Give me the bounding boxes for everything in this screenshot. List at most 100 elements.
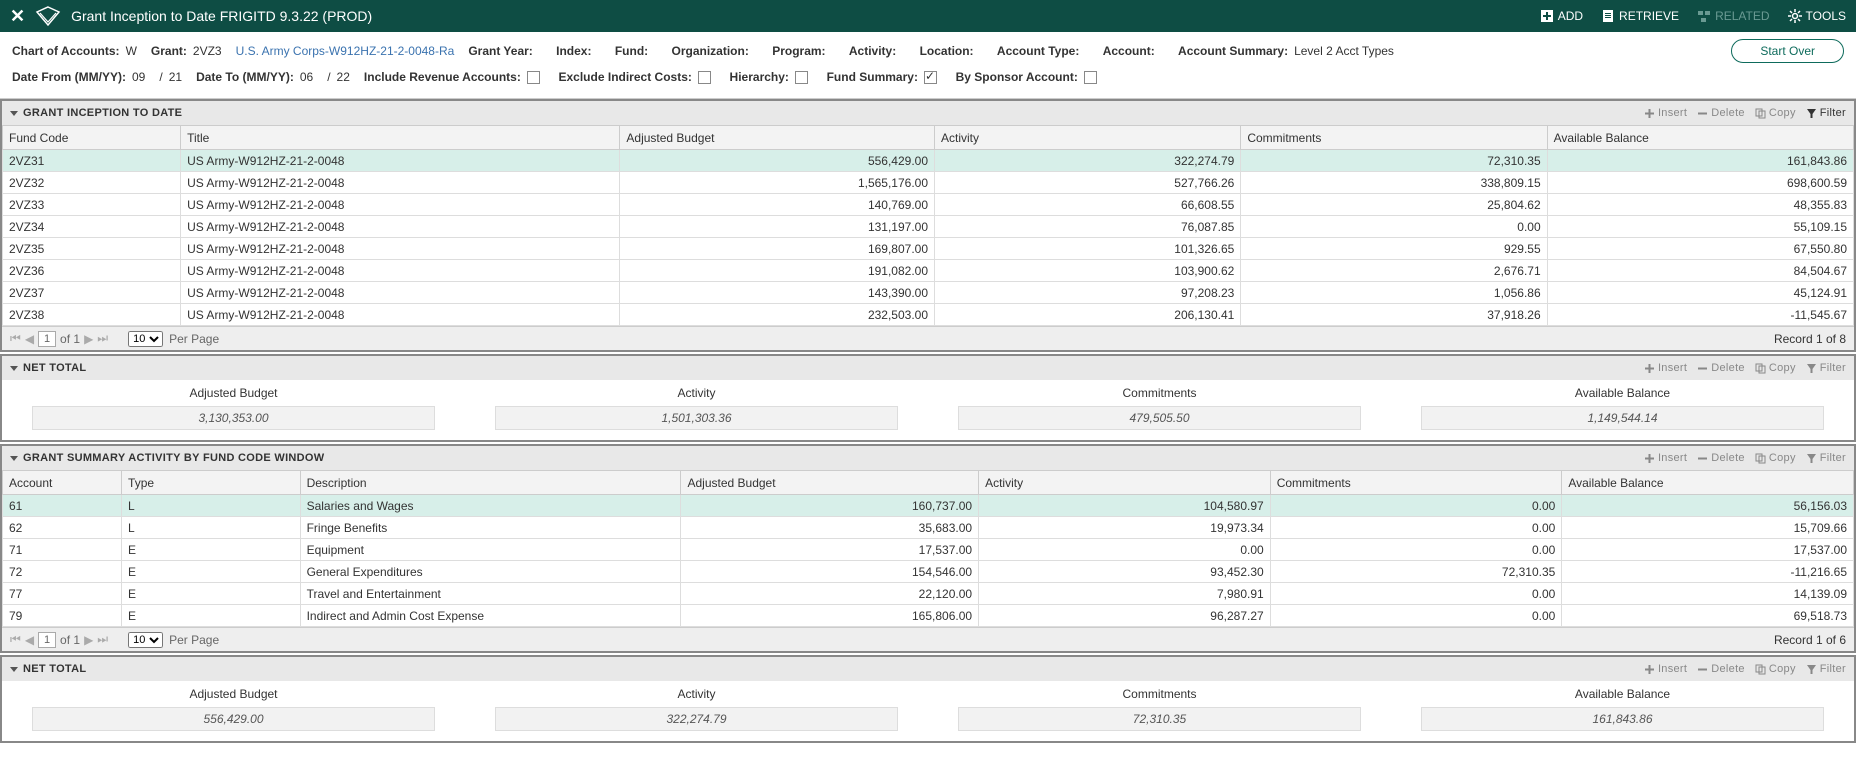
cell-activity[interactable]: 97,208.23: [935, 282, 1241, 304]
copy-button[interactable]: Copy: [1755, 452, 1796, 464]
cell-budget[interactable]: 1,565,176.00: [620, 172, 935, 194]
last-page-icon[interactable]: ⏭: [97, 632, 108, 647]
cell-type[interactable]: E: [122, 583, 301, 605]
cell-commit[interactable]: 0.00: [1270, 539, 1562, 561]
chevron-down-icon[interactable]: [10, 667, 18, 672]
cell-activity[interactable]: 0.00: [979, 539, 1271, 561]
cell-type[interactable]: E: [122, 605, 301, 627]
cell-activity[interactable]: 527,766.26: [935, 172, 1241, 194]
cell-commit[interactable]: 338,809.15: [1241, 172, 1547, 194]
cell-budget[interactable]: 35,683.00: [681, 517, 979, 539]
cell-title[interactable]: US Army-W912HZ-21-2-0048: [181, 282, 620, 304]
cell-account[interactable]: 61: [3, 495, 122, 517]
cell-commit[interactable]: 37,918.26: [1241, 304, 1547, 326]
exclude-indirect-checkbox[interactable]: [698, 71, 711, 84]
table-row[interactable]: 71EEquipment17,537.000.000.0017,537.00: [3, 539, 1854, 561]
cell-fund[interactable]: 2VZ35: [3, 238, 181, 260]
related-button[interactable]: RELATED: [1697, 9, 1769, 23]
cell-avail[interactable]: 48,355.83: [1547, 194, 1853, 216]
close-icon[interactable]: ✕: [10, 6, 25, 27]
prev-page-icon[interactable]: ◀: [25, 332, 34, 346]
chevron-down-icon[interactable]: [10, 111, 18, 116]
copy-button[interactable]: Copy: [1755, 107, 1796, 119]
table-row[interactable]: 77ETravel and Entertainment22,120.007,98…: [3, 583, 1854, 605]
cell-activity[interactable]: 104,580.97: [979, 495, 1271, 517]
cell-account[interactable]: 62: [3, 517, 122, 539]
cell-avail[interactable]: -11,216.65: [1562, 561, 1854, 583]
cell-avail[interactable]: 161,843.86: [1547, 150, 1853, 172]
table-row[interactable]: 2VZ34US Army-W912HZ-21-2-0048131,197.007…: [3, 216, 1854, 238]
include-rev-checkbox[interactable]: [527, 71, 540, 84]
cell-activity[interactable]: 103,900.62: [935, 260, 1241, 282]
col-account[interactable]: Account: [3, 471, 122, 495]
cell-avail[interactable]: 698,600.59: [1547, 172, 1853, 194]
delete-button[interactable]: Delete: [1697, 663, 1745, 675]
cell-title[interactable]: US Army-W912HZ-21-2-0048: [181, 172, 620, 194]
chevron-down-icon[interactable]: [10, 366, 18, 371]
delete-button[interactable]: Delete: [1697, 107, 1745, 119]
cell-activity[interactable]: 66,608.55: [935, 194, 1241, 216]
cell-avail[interactable]: 69,518.73: [1562, 605, 1854, 627]
filter-button[interactable]: Filter: [1806, 452, 1846, 464]
by-sponsor-checkbox[interactable]: [1084, 71, 1097, 84]
table-row[interactable]: 72EGeneral Expenditures154,546.0093,452.…: [3, 561, 1854, 583]
table-row[interactable]: 62LFringe Benefits35,683.0019,973.340.00…: [3, 517, 1854, 539]
cell-commit[interactable]: 0.00: [1270, 583, 1562, 605]
cell-budget[interactable]: 160,737.00: [681, 495, 979, 517]
cell-budget[interactable]: 169,807.00: [620, 238, 935, 260]
cell-title[interactable]: US Army-W912HZ-21-2-0048: [181, 260, 620, 282]
page-input[interactable]: 1: [38, 632, 56, 648]
cell-activity[interactable]: 96,287.27: [979, 605, 1271, 627]
cell-title[interactable]: US Army-W912HZ-21-2-0048: [181, 238, 620, 260]
retrieve-button[interactable]: RETRIEVE: [1601, 9, 1679, 23]
table-row[interactable]: 2VZ36US Army-W912HZ-21-2-0048191,082.001…: [3, 260, 1854, 282]
cell-budget[interactable]: 556,429.00: [620, 150, 935, 172]
cell-fund[interactable]: 2VZ37: [3, 282, 181, 304]
insert-button[interactable]: Insert: [1644, 362, 1687, 374]
cell-title[interactable]: US Army-W912HZ-21-2-0048: [181, 304, 620, 326]
cell-fund[interactable]: 2VZ32: [3, 172, 181, 194]
col-avail[interactable]: Available Balance: [1547, 126, 1853, 150]
cell-activity[interactable]: 19,973.34: [979, 517, 1271, 539]
cell-avail[interactable]: 55,109.15: [1547, 216, 1853, 238]
insert-button[interactable]: Insert: [1644, 452, 1687, 464]
start-over-button[interactable]: Start Over: [1731, 39, 1844, 63]
filter-button[interactable]: Filter: [1806, 663, 1846, 675]
cell-account[interactable]: 79: [3, 605, 122, 627]
col-title[interactable]: Title: [181, 126, 620, 150]
filter-button[interactable]: Filter: [1806, 362, 1846, 374]
cell-avail[interactable]: 67,550.80: [1547, 238, 1853, 260]
last-page-icon[interactable]: ⏭: [97, 331, 108, 346]
next-page-icon[interactable]: ▶: [84, 332, 93, 346]
chevron-down-icon[interactable]: [10, 456, 18, 461]
col-budget[interactable]: Adjusted Budget: [620, 126, 935, 150]
col-desc[interactable]: Description: [300, 471, 681, 495]
cell-fund[interactable]: 2VZ36: [3, 260, 181, 282]
cell-desc[interactable]: Travel and Entertainment: [300, 583, 681, 605]
cell-activity[interactable]: 93,452.30: [979, 561, 1271, 583]
cell-budget[interactable]: 232,503.00: [620, 304, 935, 326]
table-row[interactable]: 61LSalaries and Wages160,737.00104,580.9…: [3, 495, 1854, 517]
cell-commit[interactable]: 25,804.62: [1241, 194, 1547, 216]
cell-title[interactable]: US Army-W912HZ-21-2-0048: [181, 194, 620, 216]
table-row[interactable]: 2VZ32US Army-W912HZ-21-2-00481,565,176.0…: [3, 172, 1854, 194]
col-avail[interactable]: Available Balance: [1562, 471, 1854, 495]
col-activity[interactable]: Activity: [979, 471, 1271, 495]
table-row[interactable]: 79EIndirect and Admin Cost Expense165,80…: [3, 605, 1854, 627]
cell-avail[interactable]: 45,124.91: [1547, 282, 1853, 304]
cell-commit[interactable]: 1,056.86: [1241, 282, 1547, 304]
cell-budget[interactable]: 154,546.00: [681, 561, 979, 583]
cell-commit[interactable]: 0.00: [1270, 517, 1562, 539]
cell-desc[interactable]: Fringe Benefits: [300, 517, 681, 539]
col-activity[interactable]: Activity: [935, 126, 1241, 150]
cell-budget[interactable]: 140,769.00: [620, 194, 935, 216]
cell-activity[interactable]: 101,326.65: [935, 238, 1241, 260]
cell-commit[interactable]: 0.00: [1241, 216, 1547, 238]
prev-page-icon[interactable]: ◀: [25, 633, 34, 647]
copy-button[interactable]: Copy: [1755, 663, 1796, 675]
tools-button[interactable]: TOOLS: [1788, 9, 1846, 23]
cell-account[interactable]: 77: [3, 583, 122, 605]
cell-commit[interactable]: 72,310.35: [1241, 150, 1547, 172]
table-row[interactable]: 2VZ31US Army-W912HZ-21-2-0048556,429.003…: [3, 150, 1854, 172]
cell-title[interactable]: US Army-W912HZ-21-2-0048: [181, 150, 620, 172]
